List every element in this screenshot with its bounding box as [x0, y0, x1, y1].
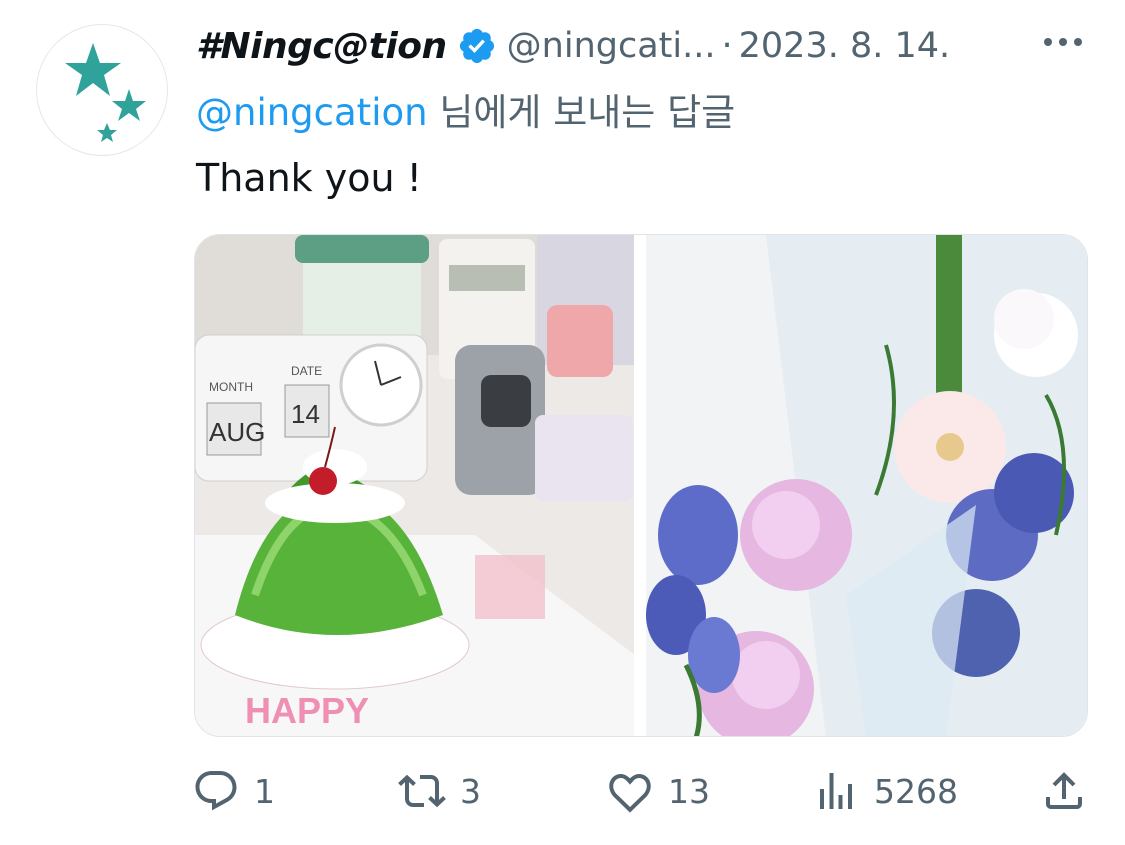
like-icon — [609, 773, 651, 813]
calendar-month-label: MONTH — [209, 380, 253, 394]
separator-dot: · — [721, 26, 733, 66]
media-grid: MONTH DATE AUG 14 HAPPY — [194, 234, 1088, 737]
bouquet-photo-image — [645, 235, 1087, 736]
reply-mention-link[interactable]: @ningcation — [196, 91, 428, 134]
happy-text: HAPPY — [245, 690, 369, 731]
verified-badge-icon — [459, 28, 494, 64]
tweet-text: Thank you ! — [196, 156, 422, 200]
views-icon — [820, 773, 852, 809]
author-name[interactable]: #Ningc@tion — [196, 26, 447, 67]
bouquet-photo[interactable] — [645, 235, 1087, 736]
author-handle[interactable]: @ningcati... — [507, 26, 716, 66]
calendar-date-label: DATE — [291, 364, 322, 378]
cake-photo[interactable]: MONTH DATE AUG 14 HAPPY — [195, 235, 635, 736]
retweet-count: 3 — [460, 771, 481, 811]
like-button[interactable]: 13 — [606, 756, 710, 826]
share-icon — [1046, 772, 1082, 809]
share-button[interactable] — [1040, 756, 1088, 826]
views-count: 5268 — [874, 771, 958, 811]
action-bar: 1 3 13 5268 — [0, 756, 1125, 826]
retweet-icon — [398, 774, 446, 808]
retweet-button[interactable]: 3 — [398, 756, 481, 826]
reply-suffix: 님에게 보내는 답글 — [427, 91, 736, 134]
star-avatar-icon — [65, 43, 146, 142]
calendar-month: AUG — [209, 417, 265, 447]
reply-button[interactable]: 1 — [192, 756, 275, 826]
reply-icon — [195, 771, 237, 811]
reply-count: 1 — [254, 771, 275, 811]
tweet-header: #Ningc@tion @ningcati... · 2023. 8. 14. — [196, 18, 950, 74]
calendar-day: 14 — [291, 399, 320, 429]
tweet-date[interactable]: 2023. 8. 14. — [739, 26, 951, 66]
views-button[interactable]: 5268 — [812, 756, 958, 826]
cake-photo-image: MONTH DATE AUG 14 HAPPY — [195, 235, 635, 736]
more-icon[interactable] — [1040, 26, 1086, 58]
replying-to: @ningcation 님에게 보내는 답글 — [196, 82, 735, 136]
like-count: 13 — [668, 771, 710, 811]
media-divider — [634, 235, 646, 736]
avatar[interactable] — [36, 24, 168, 156]
